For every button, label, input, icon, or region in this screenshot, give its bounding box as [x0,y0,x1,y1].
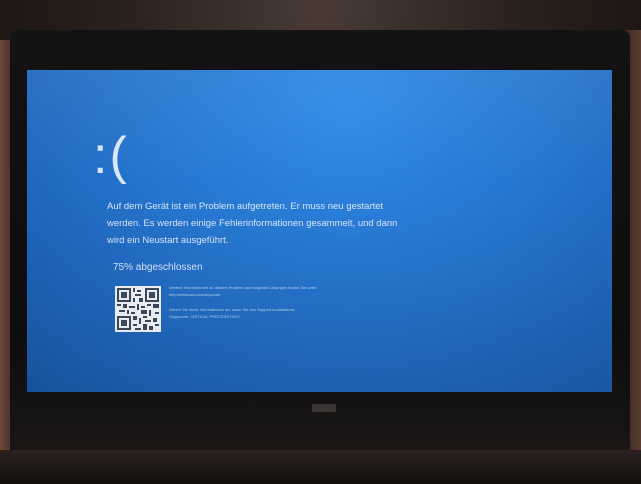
info-stopcode: Stoppcode: CRITICAL PROCESS DIED [169,314,240,319]
error-message: Auf dem Gerät ist ein Problem aufgetrete… [107,201,398,246]
laptop-bezel-bottom [16,392,624,454]
qr-code-graphic [117,288,159,330]
stopcode-info: Weitere Informationen zu diesem Problem … [169,284,419,320]
info-line: Weitere Informationen zu diesem Problem … [169,285,317,290]
laptop-keyboard-edge [0,450,641,484]
info-link: http://windows.com/stopcode [169,292,221,297]
qr-code-icon [115,286,161,332]
sad-face-emoticon: :( [93,127,129,185]
blue-screen: :( Auf dem Gerät ist ein Problem aufgetr… [27,70,612,392]
laptop-logo [312,404,336,412]
info-line: Geben Sie diese Informationen an, wenn S… [169,307,296,312]
progress-text: 75% abgeschlossen [113,262,203,273]
